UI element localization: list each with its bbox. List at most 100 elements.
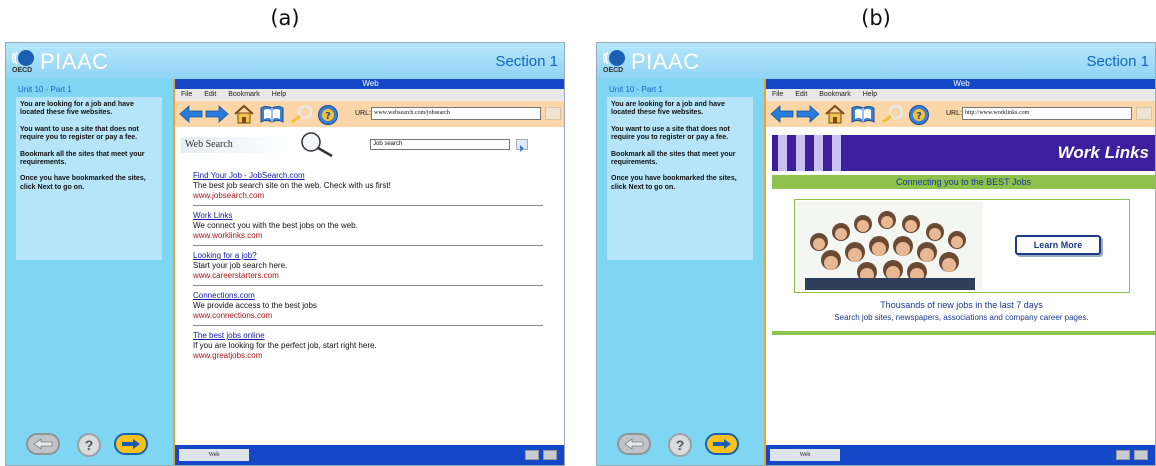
url-label: URL:	[946, 110, 962, 117]
instructions-box: You are looking for a job and have locat…	[607, 97, 753, 260]
result-link[interactable]: The best jobs online	[193, 331, 543, 341]
url-field[interactable]: http://www.worklinks.com	[962, 107, 1132, 120]
banner-stripe	[814, 135, 823, 171]
go-button[interactable]	[545, 107, 561, 120]
search-input[interactable]: Job search	[370, 139, 510, 150]
work-links-title: Work Links	[1057, 143, 1149, 162]
browser-status-bar: Web	[175, 445, 564, 465]
instruction-text: You want to use a site that does not req…	[20, 125, 139, 142]
restore-icon[interactable]	[543, 450, 557, 460]
result-link[interactable]: Connections.com	[193, 291, 543, 301]
web-tab[interactable]: Web	[770, 449, 840, 461]
oecd-label: OECD	[12, 67, 33, 74]
help-globe-icon[interactable]: ?	[317, 104, 339, 126]
minimize-icon[interactable]	[1116, 450, 1130, 460]
menu-file[interactable]: File	[772, 91, 783, 98]
piaac-logo: OECD PIAAC	[12, 47, 122, 77]
help-globe-icon[interactable]: ?	[908, 104, 930, 126]
browser-window: Web File Edit Bookmark Help ? URL: www.w…	[173, 79, 564, 465]
menu-edit[interactable]: Edit	[204, 91, 216, 98]
result-description: The best job search site on the web. Che…	[193, 181, 391, 190]
search-result: Looking for a job? Start your job search…	[193, 249, 543, 286]
back-arrow-icon[interactable]	[770, 104, 794, 124]
arrow-left-icon	[33, 438, 53, 450]
result-link[interactable]: Work Links	[193, 211, 543, 221]
section-title: Section 1	[495, 53, 558, 70]
forward-arrow-icon[interactable]	[796, 104, 820, 124]
url-field[interactable]: www.websearch.com/jobsearch	[371, 107, 541, 120]
task-panel: Unit 10 - Part 1 You are looking for a j…	[6, 79, 173, 465]
oecd-label: OECD	[603, 67, 624, 74]
arrow-right-icon	[713, 439, 731, 449]
banner-stripe	[832, 135, 841, 171]
piaac-screen: OECD PIAAC Section 1 Unit 10 - Part 1 Yo…	[5, 42, 565, 466]
browser-title: Web	[766, 79, 1155, 89]
back-button[interactable]	[617, 433, 651, 455]
result-description: We provide access to the best jobs	[193, 301, 317, 310]
url-label: URL:	[355, 110, 371, 117]
search-result: Work Links We connect you with the best …	[193, 209, 543, 246]
restore-icon[interactable]	[1134, 450, 1148, 460]
help-button[interactable]: ?	[77, 433, 101, 457]
web-search-logo: Web Search	[181, 137, 291, 153]
back-button[interactable]	[26, 433, 60, 455]
home-icon[interactable]	[233, 104, 255, 124]
bookmark-book-icon[interactable]	[850, 104, 876, 124]
menu-help[interactable]: Help	[863, 91, 877, 98]
arrow-right-icon	[122, 439, 140, 449]
browser-title: Web	[175, 79, 564, 89]
figure-a: (a) OECD PIAAC Section 1 Unit 10 - Part …	[5, 0, 565, 466]
back-arrow-icon[interactable]	[179, 104, 203, 124]
instruction-text: You are looking for a job and have locat…	[611, 101, 725, 117]
next-button[interactable]	[705, 433, 739, 455]
piaac-title: PIAAC	[40, 49, 109, 74]
arrow-left-icon	[624, 438, 644, 450]
learn-more-button[interactable]: Learn More	[1015, 235, 1101, 255]
web-tab[interactable]: Web	[179, 449, 249, 461]
svg-text:?: ?	[325, 111, 331, 122]
next-button[interactable]	[114, 433, 148, 455]
result-url: www.jobsearch.com	[193, 191, 265, 200]
figure-label: (b)	[861, 6, 891, 30]
search-description: Search job sites, newspapers, associatio…	[834, 313, 1089, 322]
go-button[interactable]	[1136, 107, 1152, 120]
svg-text:?: ?	[916, 111, 922, 122]
instruction-text: You want to use a site that does not req…	[611, 125, 730, 142]
unit-title: Unit 10 - Part 1	[609, 85, 663, 94]
menu-edit[interactable]: Edit	[795, 91, 807, 98]
menu-file[interactable]: File	[181, 91, 192, 98]
menu-bookmark[interactable]: Bookmark	[228, 91, 260, 98]
instruction-text: Bookmark all the sites that meet your re…	[611, 150, 736, 166]
jobs-headline: Thousands of new jobs in the last 7 days	[880, 300, 1043, 310]
instruction-text: You are looking for a job and have locat…	[20, 101, 134, 117]
web-search-page: Web Search Job search Find Your Job - Jo…	[175, 127, 564, 445]
forward-arrow-icon[interactable]	[205, 104, 229, 124]
green-divider	[772, 331, 1155, 335]
banner-stripe	[778, 135, 787, 171]
result-url: www.greatjobs.com	[193, 351, 263, 360]
result-link[interactable]: Find Your Job - JobSearch.com	[193, 171, 543, 181]
menu-bookmark[interactable]: Bookmark	[819, 91, 851, 98]
unit-title: Unit 10 - Part 1	[18, 85, 72, 94]
result-description: If you are looking for the perfect job, …	[193, 341, 377, 350]
bookmark-book-icon[interactable]	[259, 104, 285, 124]
instruction-text: Bookmark all the sites that meet your re…	[20, 150, 145, 166]
piaac-logo: OECD PIAAC	[603, 47, 713, 77]
promo-box: Learn More	[794, 199, 1130, 293]
figure-b: (b) OECD PIAAC Section 1 Unit 10 - Part …	[596, 0, 1156, 466]
search-icon[interactable]	[289, 104, 315, 124]
search-go-button[interactable]	[516, 139, 528, 152]
search-icon[interactable]	[880, 104, 906, 124]
search-result: Find Your Job - JobSearch.com The best j…	[193, 169, 543, 206]
result-link[interactable]: Looking for a job?	[193, 251, 543, 261]
search-results: Find Your Job - JobSearch.com The best j…	[193, 169, 543, 368]
app-header: OECD PIAAC Section 1	[597, 43, 1155, 79]
menu-help[interactable]: Help	[272, 91, 286, 98]
browser-toolbar: ? URL: www.websearch.com/jobsearch	[175, 101, 564, 127]
minimize-icon[interactable]	[525, 450, 539, 460]
magnifier-icon	[301, 132, 333, 158]
home-icon[interactable]	[824, 104, 846, 124]
browser-status-bar: Web	[766, 445, 1155, 465]
menu-bar: File Edit Bookmark Help	[766, 89, 1155, 101]
help-button[interactable]: ?	[668, 433, 692, 457]
